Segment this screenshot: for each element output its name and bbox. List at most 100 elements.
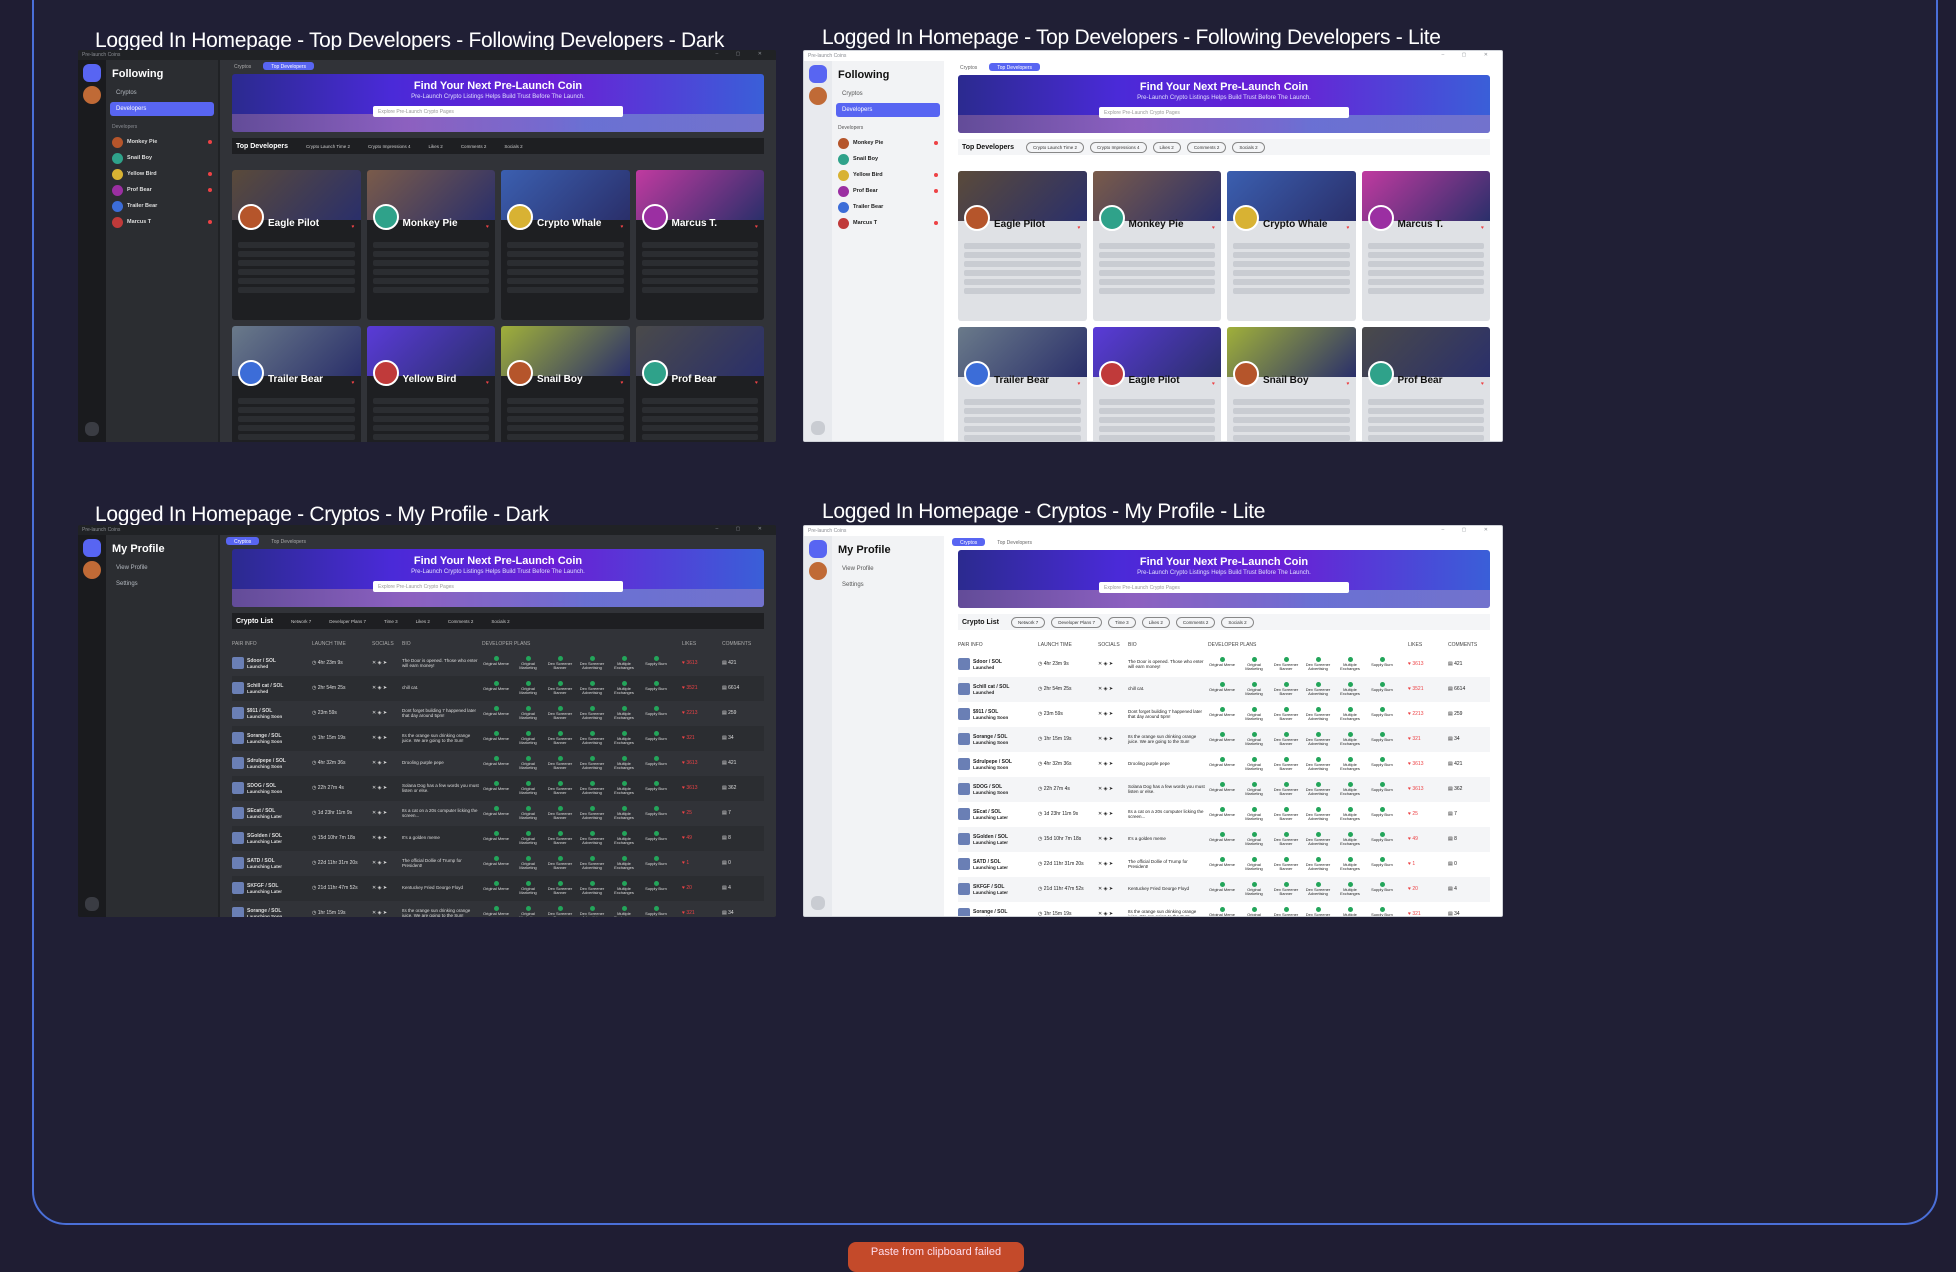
developer-card[interactable]: Snail Boy ♥ <box>1227 327 1356 441</box>
developer-card[interactable]: Prof Bear ♥ <box>1361 327 1490 441</box>
sidebar-item-view-profile[interactable]: View Profile <box>110 561 214 575</box>
likes-count[interactable]: ♥ 3613 <box>682 660 722 666</box>
socials-icons[interactable]: ✕ ◈ ➤ <box>372 860 402 866</box>
developer-card[interactable]: Monkey Pie ♥ <box>366 170 495 320</box>
table-row[interactable]: SEcat / SOL Launching Later ◷ 1d 23hr 11m … <box>958 802 1490 827</box>
sidebar-item-developers[interactable]: Developers <box>836 103 940 117</box>
comments-count[interactable]: ▤ 34 <box>1448 736 1488 742</box>
socials-icons[interactable]: ✕ ◈ ➤ <box>372 910 402 916</box>
filter-chip[interactable]: Network 7 <box>285 617 317 626</box>
settings-icon[interactable] <box>811 421 825 435</box>
tab-cryptos[interactable]: Cryptos <box>226 537 260 545</box>
user-avatar[interactable] <box>83 86 101 104</box>
comments-count[interactable]: ▤ 259 <box>1448 711 1488 717</box>
followed-developer[interactable]: Snail Boy <box>110 150 214 166</box>
socials-icons[interactable]: ✕ ◈ ➤ <box>1098 911 1128 916</box>
settings-icon[interactable] <box>85 897 99 911</box>
filter-chip[interactable]: Socials 2 <box>1221 616 1254 628</box>
filter-chip[interactable]: Crypto Impressions 4 <box>362 142 417 151</box>
comments-count[interactable]: ▤ 421 <box>1448 661 1488 667</box>
developer-card[interactable]: Eagle Pilot ♥ <box>1092 327 1221 441</box>
filter-chip[interactable]: Crypto Launch Time 2 <box>300 142 356 151</box>
app-logo-icon[interactable] <box>83 64 101 82</box>
likes-count[interactable]: ♥ 20 <box>1408 886 1448 892</box>
socials-icons[interactable]: ✕ ◈ ➤ <box>372 810 402 816</box>
comments-count[interactable]: ▤ 8 <box>1448 836 1488 842</box>
socials-icons[interactable]: ✕ ◈ ➤ <box>1098 786 1128 792</box>
developer-card[interactable]: Crypto Whale ♥ <box>1227 171 1356 321</box>
app-logo-icon[interactable] <box>83 539 101 557</box>
comments-count[interactable]: ▤ 0 <box>722 860 762 866</box>
followed-developer[interactable]: Prof Bear <box>110 182 214 198</box>
filter-chip[interactable]: Time 3 <box>378 617 404 626</box>
filter-chip[interactable]: Comments 2 <box>455 142 493 151</box>
filter-chip[interactable]: Likes 2 <box>423 142 449 151</box>
followed-developer[interactable]: Yellow Bird <box>110 166 214 182</box>
table-row[interactable]: Sorange / SOL Launching Soon ◷ 1hr 15m 19s… <box>958 727 1490 752</box>
window-controls[interactable]: – ▢ ✕ <box>716 526 770 532</box>
sidebar-item-cryptos[interactable]: Cryptos <box>110 86 214 100</box>
likes-count[interactable]: ♥ 3613 <box>1408 786 1448 792</box>
sidebar-item-cryptos[interactable]: Cryptos <box>836 87 940 101</box>
followed-developer[interactable]: Trailer Bear <box>110 198 214 214</box>
filter-chip[interactable]: Comments 2 <box>1175 616 1216 628</box>
comments-count[interactable]: ▤ 34 <box>1448 911 1488 916</box>
table-row[interactable]: Sdoor / SOL Launched ◷ 4hr 23m 9s ✕ ◈ ➤ The … <box>232 651 764 676</box>
table-row[interactable]: Sdrulpepe / SOL Launching Soon ◷ 4hr 32m 3… <box>958 752 1490 777</box>
likes-count[interactable]: ♥ 49 <box>682 835 722 841</box>
developer-card[interactable]: Yellow Bird ♥ <box>366 326 495 442</box>
tab-top-developers[interactable]: Top Developers <box>989 63 1040 71</box>
comments-count[interactable]: ▤ 34 <box>722 910 762 916</box>
socials-icons[interactable]: ✕ ◈ ➤ <box>372 760 402 766</box>
filter-chip[interactable]: Developer Plans 7 <box>323 617 372 626</box>
table-row[interactable]: SDOG / SOL Launching Soon ◷ 22h 27m 4s ✕ ◈ … <box>958 777 1490 802</box>
socials-icons[interactable]: ✕ ◈ ➤ <box>1098 811 1128 817</box>
settings-icon[interactable] <box>811 896 825 910</box>
developer-card[interactable]: Trailer Bear ♥ <box>958 327 1087 441</box>
developer-card[interactable]: Prof Bear ♥ <box>635 326 764 442</box>
table-row[interactable]: Sorange / SOL Launching Soon ◷ 1hr 15m 19s… <box>958 902 1490 916</box>
table-row[interactable]: Schill cat / SOL Launched ◷ 2hr 54m 25s ✕ ◈… <box>232 676 764 701</box>
socials-icons[interactable]: ✕ ◈ ➤ <box>1098 711 1128 717</box>
followed-developer[interactable]: Prof Bear <box>836 183 940 199</box>
table-row[interactable]: SKFGF / SOL Launching Later ◷ 21d 11hr 47m… <box>232 876 764 901</box>
likes-count[interactable]: ♥ 25 <box>1408 811 1448 817</box>
followed-developer[interactable]: Monkey Pie <box>836 135 940 151</box>
table-row[interactable]: Sorange / SOL Launching Soon ◷ 1hr 15m 19s… <box>232 901 764 917</box>
filter-chip[interactable]: Socials 2 <box>498 142 528 151</box>
table-row[interactable]: Sdrulpepe / SOL Launching Soon ◷ 4hr 32m 3… <box>232 751 764 776</box>
likes-count[interactable]: ♥ 321 <box>1408 736 1448 742</box>
comments-count[interactable]: ▤ 362 <box>722 785 762 791</box>
user-avatar[interactable] <box>809 562 827 580</box>
tab-top-developers[interactable]: Top Developers <box>989 538 1040 546</box>
tab-cryptos[interactable]: Cryptos <box>952 538 986 546</box>
filter-chip[interactable]: Crypto Launch Time 2 <box>1026 141 1085 153</box>
sidebar-item-settings[interactable]: Settings <box>110 577 214 591</box>
socials-icons[interactable]: ✕ ◈ ➤ <box>1098 686 1128 692</box>
table-row[interactable]: Schill cat / SOL Launched ◷ 2hr 54m 25s ✕ ◈… <box>958 677 1490 702</box>
followed-developer[interactable]: Monkey Pie <box>110 134 214 150</box>
app-logo-icon[interactable] <box>809 65 827 83</box>
developer-card[interactable]: Snail Boy ♥ <box>501 326 630 442</box>
likes-count[interactable]: ♥ 3613 <box>682 785 722 791</box>
likes-count[interactable]: ♥ 2213 <box>682 710 722 716</box>
filter-chip[interactable]: Comments 2 <box>442 617 480 626</box>
socials-icons[interactable]: ✕ ◈ ➤ <box>1098 836 1128 842</box>
comments-count[interactable]: ▤ 7 <box>722 810 762 816</box>
likes-count[interactable]: ♥ 3521 <box>682 685 722 691</box>
comments-count[interactable]: ▤ 421 <box>722 760 762 766</box>
table-row[interactable]: Sdoor / SOL Launched ◷ 4hr 23m 9s ✕ ◈ ➤ The … <box>958 652 1490 677</box>
tab-cryptos[interactable]: Cryptos <box>952 63 985 71</box>
developer-card[interactable]: Crypto Whale ♥ <box>501 170 630 320</box>
comments-count[interactable]: ▤ 259 <box>722 710 762 716</box>
table-row[interactable]: SKFGF / SOL Launching Later ◷ 21d 11hr 47m… <box>958 877 1490 902</box>
socials-icons[interactable]: ✕ ◈ ➤ <box>1098 661 1128 667</box>
followed-developer[interactable]: Trailer Bear <box>836 199 940 215</box>
sidebar-item-developers[interactable]: Developers <box>110 102 214 116</box>
comments-count[interactable]: ▤ 6614 <box>1448 686 1488 692</box>
filter-chip[interactable]: Socials 2 <box>1232 141 1265 153</box>
filter-chip[interactable]: Likes 2 <box>410 617 436 626</box>
table-row[interactable]: SATD / SOL Launching Later ◷ 22d 11hr 31m … <box>232 851 764 876</box>
sidebar-item-settings[interactable]: Settings <box>836 578 940 592</box>
filter-chip[interactable]: Crypto Impressions 4 <box>1090 141 1147 153</box>
